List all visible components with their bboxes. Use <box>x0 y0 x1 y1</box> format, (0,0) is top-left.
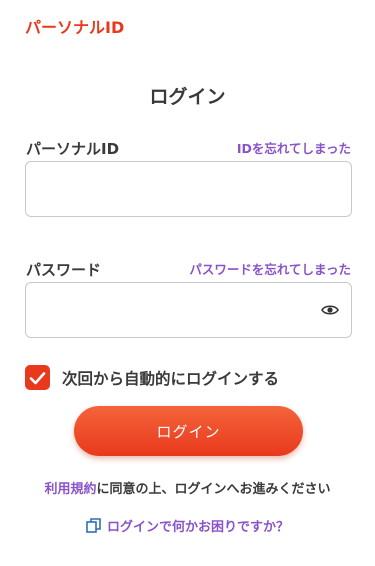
copy-icon <box>86 518 102 534</box>
brand-title: パーソナルID <box>25 18 125 37</box>
forgot-password-link[interactable]: パスワードを忘れてしまった <box>189 259 351 278</box>
terms-text: に同意の上、ログインへお進みください <box>96 482 331 497</box>
checkmark-icon <box>29 371 46 384</box>
auto-login-checkbox[interactable] <box>25 365 50 390</box>
page-title: ログイン <box>149 86 226 108</box>
help-label: ログインで何かお困りですか？ <box>106 520 289 535</box>
forgot-id-link[interactable]: IDを忘れてしまった <box>237 138 351 157</box>
password-input[interactable] <box>25 282 352 338</box>
terms-notice: 利用規約に同意の上、ログインへお進みください <box>0 478 375 497</box>
eye-icon[interactable] <box>320 301 340 319</box>
auto-login-label: 次回から自動的にログインする <box>62 370 280 388</box>
login-button[interactable]: ログイン <box>74 406 303 456</box>
help-link[interactable]: ログインで何かお困りですか？ <box>0 516 375 535</box>
personal-id-input[interactable] <box>25 161 352 217</box>
password-field-label: パスワード <box>26 261 102 279</box>
id-field-label: パーソナルID <box>26 140 120 158</box>
terms-link[interactable]: 利用規約 <box>44 482 96 497</box>
